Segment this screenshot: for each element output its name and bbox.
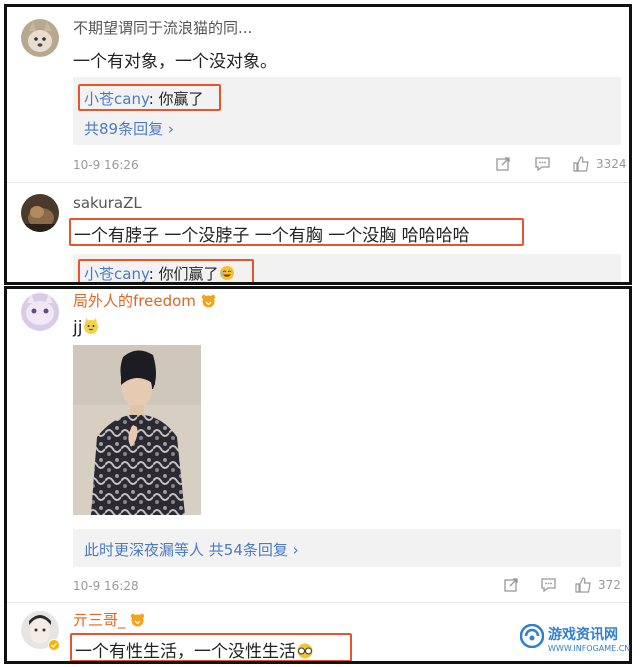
reply-usernames[interactable]: 此时更深夜漏等人: [84, 541, 204, 559]
avatar[interactable]: [21, 19, 59, 57]
thumbs-up-icon[interactable]: [573, 156, 590, 172]
comment-text: 一个有对象，一个没对象。: [73, 52, 277, 72]
like-action[interactable]: 3324: [573, 156, 627, 172]
comment-text: 一个有脖子 一个没脖子 一个有胸 一个没胸 哈哈哈哈: [74, 226, 470, 246]
more-replies-link[interactable]: 共89条回复 ›: [84, 118, 174, 139]
more-replies-link[interactable]: 共54条回复 ›: [209, 541, 299, 559]
verified-badge-icon: [48, 639, 60, 651]
comment-username[interactable]: 局外人的freedom: [73, 290, 216, 311]
reply-line: 小苍cany: 你们赢了: [84, 263, 235, 283]
cat-emoji-icon: [84, 318, 99, 334]
username-text[interactable]: 亓三哥_: [73, 611, 126, 629]
share-icon[interactable]: [503, 577, 519, 593]
avatar[interactable]: [21, 194, 59, 232]
share-icon[interactable]: [495, 156, 511, 172]
like-action[interactable]: 372: [575, 577, 621, 593]
reply-text: : 你赢了: [148, 90, 204, 108]
comment-text: 一个有性生活，一个没性生活: [75, 637, 314, 662]
comments-panel-top: 不期望谓同于流浪猫的同... 一个有对象，一个没对象。 小苍cany: 你赢了 …: [4, 4, 632, 285]
reply-line: 小苍cany: 你赢了: [84, 88, 204, 109]
comment-photo[interactable]: [73, 345, 201, 515]
reply-username[interactable]: 小苍cany: [84, 265, 149, 282]
like-count: 3324: [596, 157, 627, 171]
comment-icon[interactable]: [540, 577, 557, 593]
share-action[interactable]: [495, 156, 511, 172]
comment-time: 10-9 16:28: [73, 579, 139, 593]
avatar[interactable]: [21, 293, 59, 331]
comment-username[interactable]: 亓三哥_: [73, 609, 145, 630]
reply-text: : 你们赢了: [148, 265, 219, 283]
comment-icon[interactable]: [534, 156, 551, 172]
comment-time: 10-9 16:26: [73, 158, 139, 172]
comment-action[interactable]: [540, 577, 557, 593]
username-text[interactable]: 局外人的freedom: [73, 292, 196, 310]
vip-badge-icon: [131, 613, 145, 627]
comments-panel-bottom: 局外人的freedom jj 此时更深夜漏等人 共54条回复 › 10-9 16…: [4, 286, 632, 664]
comment-text-value: 一个有性生活，一个没性生活: [75, 642, 296, 662]
watermark: 游戏资讯网 WWW.INFOGAME.CN: [520, 622, 635, 662]
watermark-url: WWW.INFOGAME.CN: [548, 644, 631, 653]
glasses-emoji-icon: [297, 643, 313, 659]
vip-badge-icon: [201, 294, 215, 308]
comment-text-value: jj: [73, 318, 83, 338]
comment-username[interactable]: sakuraZL: [73, 194, 142, 212]
divider: [7, 602, 629, 603]
share-action[interactable]: [503, 577, 519, 593]
watermark-name: 游戏资讯网: [548, 627, 618, 643]
game-controller-logo-icon: [520, 624, 544, 648]
divider: [7, 182, 629, 183]
comment-action[interactable]: [534, 156, 551, 172]
comment-username[interactable]: 不期望谓同于流浪猫的同...: [73, 17, 252, 38]
reply-username[interactable]: 小苍cany: [84, 90, 149, 108]
like-count: 372: [598, 578, 621, 592]
reply-line: 此时更深夜漏等人 共54条回复 ›: [84, 539, 299, 560]
laughing-emoji-icon: [219, 266, 234, 280]
comment-text: jj: [73, 317, 100, 338]
thumbs-up-icon[interactable]: [575, 577, 592, 593]
